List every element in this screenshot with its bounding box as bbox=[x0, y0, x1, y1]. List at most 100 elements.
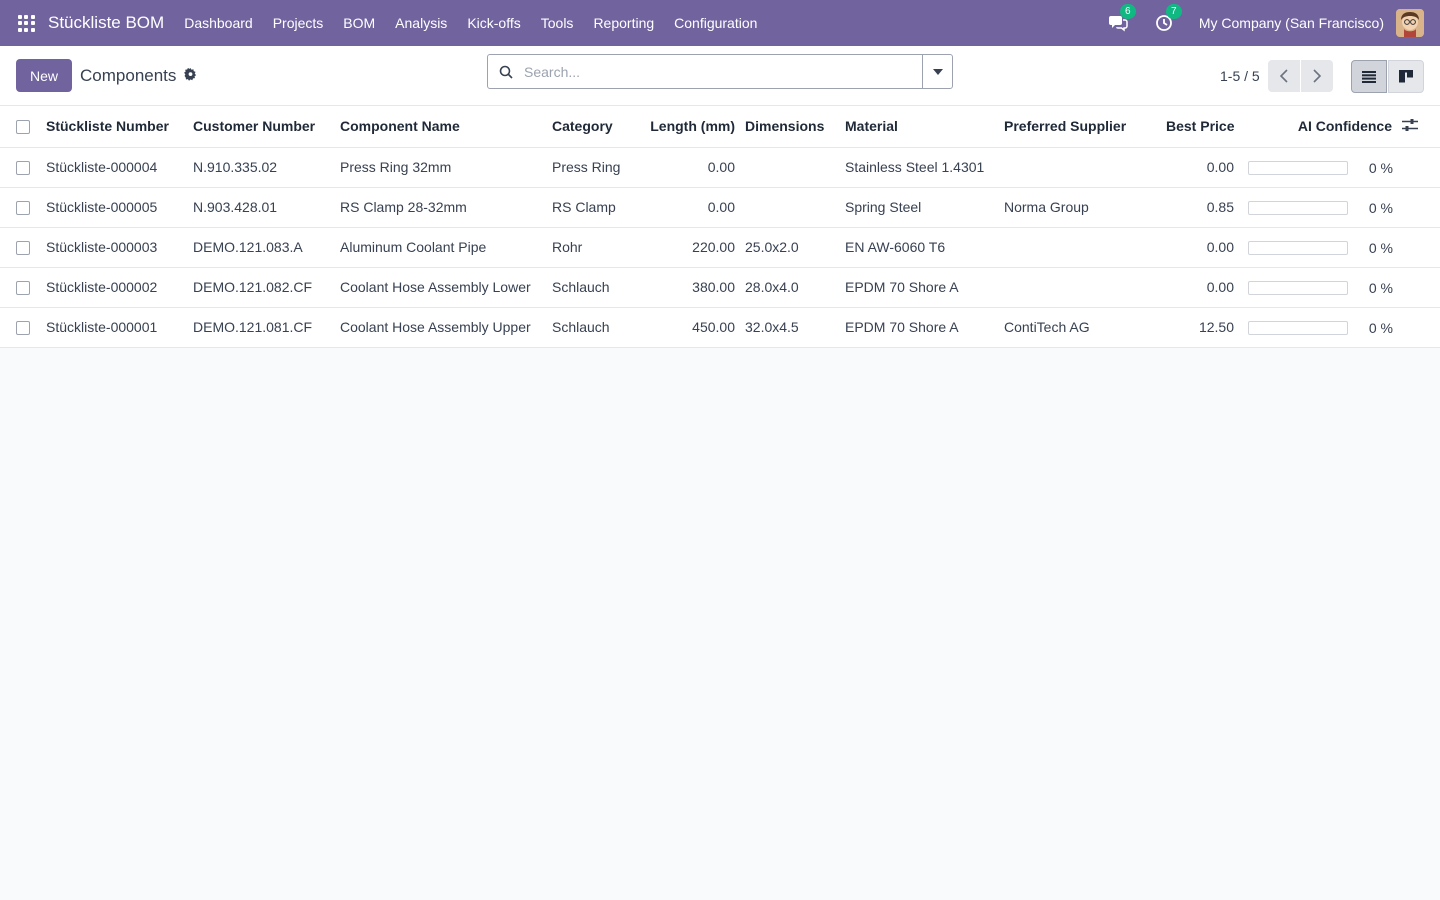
activities-badge: 7 bbox=[1165, 4, 1182, 19]
cell-length: 380.00 bbox=[650, 267, 745, 308]
menu-item-kickoffs[interactable]: Kick-offs bbox=[467, 15, 520, 31]
control-panel: New Components 1-5 / 5 bbox=[0, 46, 1440, 106]
main-menu: Dashboard Projects BOM Analysis Kick-off… bbox=[184, 15, 777, 31]
cell-category: Schlauch bbox=[552, 307, 650, 348]
search-icon bbox=[488, 65, 524, 79]
list-view-button[interactable] bbox=[1351, 60, 1387, 93]
user-avatar[interactable] bbox=[1396, 9, 1424, 37]
cell-category: RS Clamp bbox=[552, 187, 650, 228]
menu-item-bom[interactable]: BOM bbox=[343, 15, 375, 31]
confidence-progress-bar bbox=[1248, 240, 1348, 255]
caret-down-icon bbox=[932, 68, 943, 75]
confidence-value: 0 % bbox=[1368, 159, 1393, 176]
list-view: Stückliste Number Customer Number Compon… bbox=[0, 106, 1440, 348]
messages-badge: 6 bbox=[1119, 4, 1136, 19]
table-row[interactable]: Stückliste-000002 DEMO.121.082.CF Coolant … bbox=[0, 267, 1440, 308]
column-header-best-price[interactable]: Best Price bbox=[1166, 106, 1244, 148]
column-header-component-name[interactable]: Component Name bbox=[340, 106, 552, 148]
pager-value[interactable]: 1-5 / 5 bbox=[1220, 68, 1260, 84]
cell-preferred-supplier: ContiTech AG bbox=[1004, 307, 1166, 348]
pager-previous-button[interactable] bbox=[1267, 60, 1300, 92]
column-header-ai-confidence[interactable]: AI Confidence bbox=[1244, 106, 1402, 148]
cell-stueckliste-number: Stückliste-000003 bbox=[46, 227, 193, 268]
table-row[interactable]: Stückliste-000005 N.903.428.01 RS Clamp 28… bbox=[0, 187, 1440, 228]
cell-customer-number: DEMO.121.082.CF bbox=[193, 267, 340, 308]
pager-next-button[interactable] bbox=[1300, 60, 1333, 92]
confidence-value: 0 % bbox=[1368, 199, 1393, 216]
select-all-checkbox[interactable] bbox=[16, 120, 30, 135]
gear-icon[interactable] bbox=[184, 67, 197, 84]
activities-clock-icon[interactable]: 7 bbox=[1153, 4, 1182, 34]
cell-preferred-supplier bbox=[1004, 147, 1166, 188]
list-icon bbox=[1362, 70, 1376, 83]
apps-menu-icon[interactable] bbox=[12, 9, 40, 37]
column-header-customer-number[interactable]: Customer Number bbox=[193, 106, 340, 148]
cell-category: Press Ring bbox=[552, 147, 650, 188]
cell-best-price: 0.00 bbox=[1166, 267, 1244, 308]
column-header-material[interactable]: Material bbox=[845, 106, 1004, 148]
messages-icon[interactable]: 6 bbox=[1107, 4, 1136, 34]
cell-material: Spring Steel bbox=[845, 187, 1004, 228]
cell-length: 0.00 bbox=[650, 147, 745, 188]
kanban-view-button[interactable] bbox=[1388, 60, 1424, 93]
row-checkbox[interactable] bbox=[16, 281, 30, 296]
new-button[interactable]: New bbox=[16, 59, 73, 92]
cell-preferred-supplier bbox=[1004, 267, 1166, 308]
cell-length: 0.00 bbox=[650, 187, 745, 228]
cell-component-name: RS Clamp 28-32mm bbox=[340, 187, 552, 228]
menu-item-projects[interactable]: Projects bbox=[273, 15, 324, 31]
search-options-toggle[interactable] bbox=[922, 55, 952, 88]
navbar-systray: 6 7 My Company (San Francisco) bbox=[1107, 0, 1440, 46]
cell-dimensions bbox=[745, 187, 845, 228]
confidence-value: 0 % bbox=[1368, 239, 1393, 256]
cell-dimensions: 32.0x4.5 bbox=[745, 307, 845, 348]
row-checkbox[interactable] bbox=[16, 321, 30, 336]
menu-item-analysis[interactable]: Analysis bbox=[395, 15, 447, 31]
company-switcher[interactable]: My Company (San Francisco) bbox=[1199, 15, 1384, 31]
search-bar bbox=[487, 54, 953, 89]
cell-customer-number: N.910.335.02 bbox=[193, 147, 340, 188]
cell-dimensions: 28.0x4.0 bbox=[745, 267, 845, 308]
cell-customer-number: N.903.428.01 bbox=[193, 187, 340, 228]
page-title: Components bbox=[80, 65, 177, 85]
column-header-preferred-supplier[interactable]: Preferred Supplier bbox=[1004, 106, 1166, 148]
cell-length: 220.00 bbox=[650, 227, 745, 268]
cell-dimensions: 25.0x2.0 bbox=[745, 227, 845, 268]
column-header-length[interactable]: Length (mm) bbox=[650, 106, 745, 148]
search-input[interactable] bbox=[524, 55, 922, 88]
optional-columns-icon[interactable] bbox=[1402, 118, 1418, 135]
row-checkbox[interactable] bbox=[16, 161, 30, 176]
row-checkbox[interactable] bbox=[16, 241, 30, 256]
table-row[interactable]: Stückliste-000003 DEMO.121.083.A Aluminum … bbox=[0, 227, 1440, 268]
confidence-progress-bar bbox=[1248, 160, 1348, 175]
cell-stueckliste-number: Stückliste-000005 bbox=[46, 187, 193, 228]
row-checkbox[interactable] bbox=[16, 201, 30, 216]
cell-stueckliste-number: Stückliste-000004 bbox=[46, 147, 193, 188]
confidence-progress-bar bbox=[1248, 280, 1348, 295]
table-row[interactable]: Stückliste-000001 DEMO.121.081.CF Coolant … bbox=[0, 307, 1440, 348]
cell-component-name: Aluminum Coolant Pipe bbox=[340, 227, 552, 268]
table-row[interactable]: Stückliste-000004 N.910.335.02 Press Ring … bbox=[0, 147, 1440, 188]
cell-component-name: Press Ring 32mm bbox=[340, 147, 552, 188]
cell-material: Stainless Steel 1.4301 bbox=[845, 147, 1004, 188]
cell-component-name: Coolant Hose Assembly Lower bbox=[340, 267, 552, 308]
pager: 1-5 / 5 bbox=[1220, 46, 1333, 106]
cell-best-price: 12.50 bbox=[1166, 307, 1244, 348]
top-navbar: Stückliste BOM Dashboard Projects BOM An… bbox=[0, 0, 1440, 46]
components-table: Stückliste Number Customer Number Compon… bbox=[0, 106, 1440, 348]
app-brand[interactable]: Stückliste BOM bbox=[48, 13, 164, 33]
menu-item-dashboard[interactable]: Dashboard bbox=[184, 15, 253, 31]
cell-preferred-supplier: Norma Group bbox=[1004, 187, 1166, 228]
chevron-right-icon bbox=[1313, 69, 1321, 83]
table-header-row: Stückliste Number Customer Number Compon… bbox=[0, 106, 1440, 148]
column-header-category[interactable]: Category bbox=[552, 106, 650, 148]
menu-item-reporting[interactable]: Reporting bbox=[593, 15, 654, 31]
cell-preferred-supplier bbox=[1004, 227, 1166, 268]
column-header-dimensions[interactable]: Dimensions bbox=[745, 106, 845, 148]
confidence-progress-bar bbox=[1248, 320, 1348, 335]
menu-item-configuration[interactable]: Configuration bbox=[674, 15, 757, 31]
confidence-value: 0 % bbox=[1368, 279, 1393, 296]
view-switcher bbox=[1351, 60, 1424, 93]
column-header-stueckliste-number[interactable]: Stückliste Number bbox=[46, 106, 193, 148]
menu-item-tools[interactable]: Tools bbox=[541, 15, 574, 31]
